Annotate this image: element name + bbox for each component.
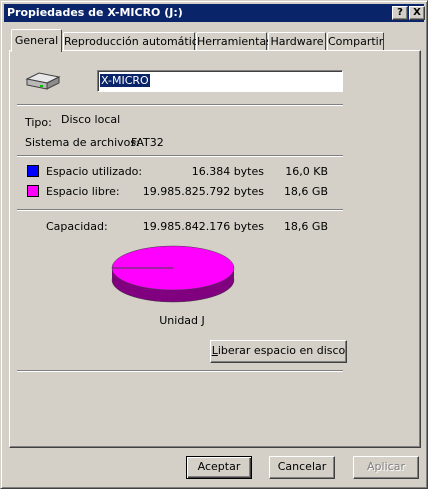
disk-usage-pie (111, 245, 235, 303)
capacity-label: Capacidad: (46, 220, 108, 233)
free-space-swatch (27, 185, 39, 197)
drive-icon (25, 72, 61, 90)
cancel-button[interactable]: Cancelar (269, 456, 335, 479)
capacity-size: 18,6 GB (283, 220, 328, 233)
cleanup-label: iberar espacio en disco (217, 344, 346, 357)
type-label: Tipo: (25, 116, 52, 129)
separator (17, 370, 343, 372)
free-space-bytes: 19.985.825.792 bytes (142, 185, 264, 198)
window-title: Propiedades de X-MICRO (J:) (7, 6, 183, 19)
drive-label: Unidad J (159, 314, 205, 327)
separator (17, 155, 343, 157)
apply-button[interactable]: Aplicar (353, 456, 419, 479)
help-icon: ? (397, 7, 403, 18)
tab-hardware[interactable]: Hardware (268, 32, 326, 51)
filesystem-value: FAT32 (131, 136, 164, 149)
tab-reproduccion-automatica[interactable]: Reproducción automática (63, 32, 205, 51)
tab-compartir[interactable]: Compartir (327, 32, 384, 51)
filesystem-label: Sistema de archivos: (25, 136, 140, 149)
title-bar[interactable]: Propiedades de X-MICRO (J:) ? X (4, 4, 425, 22)
used-space-size: 16,0 KB (285, 165, 328, 178)
capacity-bytes: 19.985.842.176 bytes (142, 220, 264, 233)
separator (17, 209, 343, 211)
used-space-swatch (27, 165, 39, 177)
separator (17, 104, 343, 106)
type-value: Disco local (61, 113, 121, 126)
used-space-bytes: 16.384 bytes (191, 165, 264, 178)
help-button[interactable]: ? (392, 6, 408, 20)
volume-name-text[interactable]: X-MICRO (100, 74, 150, 87)
close-button[interactable]: X (409, 6, 425, 20)
cleanup-button[interactable]: Liberar espacio en disco (210, 340, 347, 363)
properties-dialog: Propiedades de X-MICRO (J:) ? X General … (0, 0, 428, 489)
volume-name-input[interactable]: X-MICRO (97, 70, 343, 92)
ok-button[interactable]: Aceptar (186, 456, 252, 479)
general-panel: X-MICRO Tipo: Disco local Sistema de arc… (9, 50, 421, 448)
close-icon: X (413, 7, 421, 18)
tab-general[interactable]: General (11, 29, 62, 52)
tab-herramientas[interactable]: Herramientas (196, 32, 272, 51)
free-space-size: 18,6 GB (283, 185, 328, 198)
free-space-label: Espacio libre: (46, 185, 120, 198)
used-space-label: Espacio utilizado: (46, 165, 143, 178)
